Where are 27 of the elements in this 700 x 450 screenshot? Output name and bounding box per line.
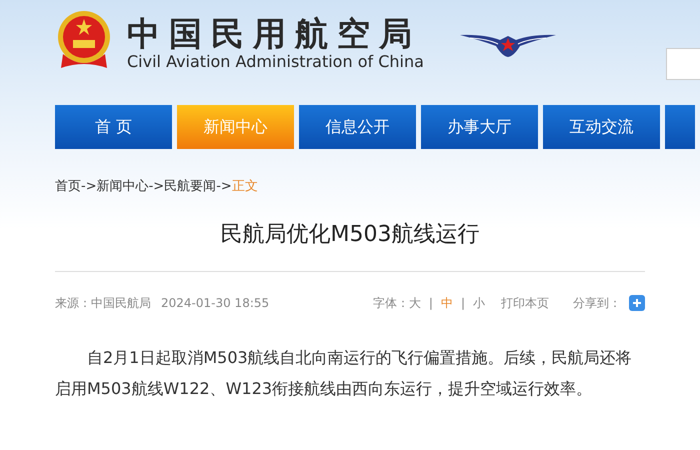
- site-title: 中国民用航空局: [127, 16, 422, 52]
- nav-tab[interactable]: 首 页: [55, 105, 172, 149]
- nav-tab[interactable]: 办事大厅: [421, 105, 538, 149]
- breadcrumb-separator: ->: [148, 178, 164, 196]
- breadcrumb-separator: ->: [216, 178, 232, 196]
- font-size-option[interactable]: 小: [473, 294, 485, 312]
- print-link[interactable]: 打印本页: [501, 294, 549, 312]
- font-size-label: 字体：: [372, 294, 409, 312]
- site-subtitle: Civil Aviation Administration of China: [127, 52, 424, 72]
- divider-text: |: [428, 294, 433, 312]
- breadcrumb-link[interactable]: 民航要闻: [164, 177, 216, 196]
- breadcrumb-link[interactable]: 首页: [55, 177, 81, 196]
- source-text: 来源：中国民航局: [55, 294, 151, 312]
- article-body: 自2月1日起取消M503航线自北向南运行的飞行偏置措施。后续，民航局还将启用M503航线W122、W123衔接航线由西向东运行，提升空域运行效率。: [55, 346, 633, 400]
- share-plus-icon[interactable]: [629, 294, 645, 310]
- nav-tab[interactable]: [665, 105, 695, 149]
- article-title: 民航局优化M503航线运行: [220, 220, 480, 248]
- breadcrumb-link[interactable]: 新闻中心: [96, 177, 149, 196]
- date-text: 2024-01-30 18:55: [161, 294, 270, 312]
- nav-tab[interactable]: 互动交流: [543, 105, 660, 149]
- divider-text: |: [460, 294, 465, 312]
- nav-tab[interactable]: 信息公开: [299, 105, 416, 149]
- search-field[interactable]: [666, 48, 700, 80]
- wings-logo-icon: [460, 32, 556, 58]
- breadcrumb-separator: ->: [81, 178, 97, 196]
- share-label: 分享到：: [573, 294, 621, 312]
- font-size-option[interactable]: 大: [408, 294, 421, 312]
